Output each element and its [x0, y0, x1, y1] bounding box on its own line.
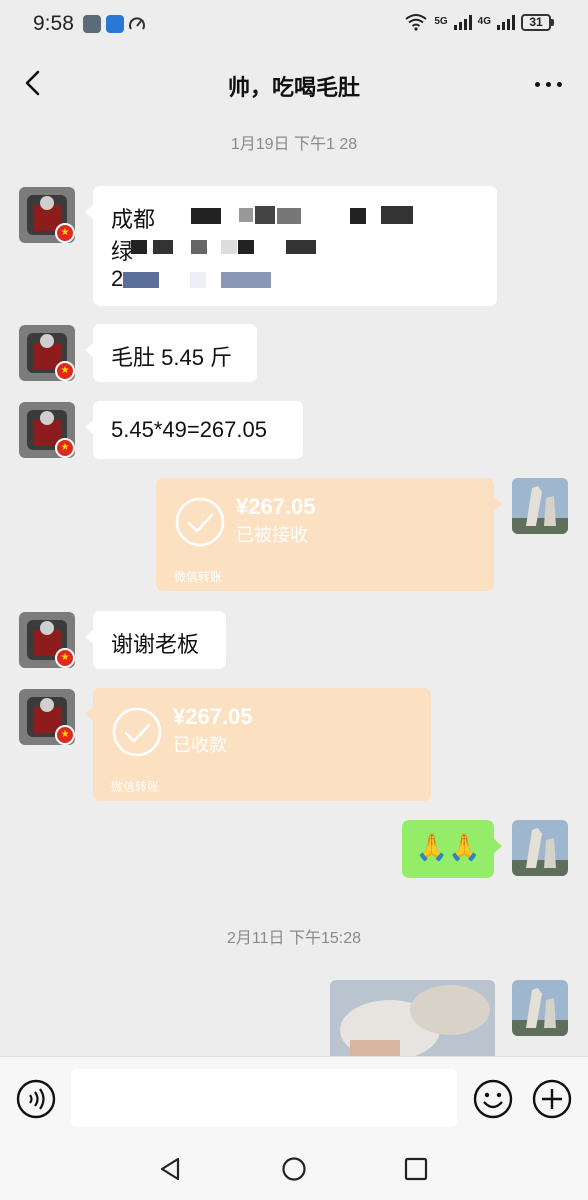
message-bubble[interactable]: 5.45*49=267.05 — [85, 401, 303, 459]
app-notification-icon — [83, 15, 101, 33]
emoji-icon[interactable] — [473, 1079, 513, 1119]
check-circle-icon — [175, 497, 225, 547]
plus-icon[interactable] — [532, 1079, 572, 1119]
my-avatar[interactable] — [512, 980, 568, 1036]
address-line-3: 2 — [111, 266, 124, 291]
message-bubble[interactable]: 谢谢老板 — [85, 611, 226, 669]
my-avatar[interactable] — [512, 820, 568, 876]
input-bar — [0, 1056, 588, 1143]
avatar[interactable]: ★ — [19, 402, 75, 458]
transfer-card-received[interactable]: ¥267.05 已收款 微信转账 — [85, 688, 431, 801]
address-line-1: 成都 — [111, 207, 156, 232]
redaction-block — [191, 240, 207, 254]
transfer-amount: ¥267.05 — [236, 494, 316, 519]
redaction-block — [255, 206, 275, 224]
more-icon[interactable] — [535, 82, 562, 87]
avatar[interactable]: ★ — [19, 325, 75, 381]
status-time: 9:58 — [33, 12, 74, 35]
timestamp: 1月19日 下午1 28 — [230, 136, 358, 153]
redaction-block — [286, 240, 316, 254]
emoji-message-bubble[interactable]: 🙏🙏 — [402, 820, 502, 878]
transfer-status: 已收款 — [173, 735, 227, 755]
signal-bars-icon — [497, 14, 515, 30]
system-navigation-bar — [0, 1142, 588, 1200]
system-recent-apps-icon[interactable] — [404, 1157, 428, 1181]
network-4g-label: 4G — [477, 16, 491, 27]
redaction-block — [190, 272, 206, 288]
address-message-bubble[interactable]: 成都 绿 2 — [85, 186, 497, 306]
my-avatar[interactable] — [512, 478, 568, 534]
address-line-2: 绿 — [111, 239, 134, 264]
message-text: 5.45*49=267.05 — [111, 417, 267, 442]
voice-icon[interactable] — [16, 1079, 56, 1119]
system-back-icon[interactable] — [158, 1156, 184, 1182]
redaction-block — [191, 208, 221, 224]
transfer-amount: ¥267.05 — [173, 704, 253, 729]
timestamp: 2月11日 下午15:28 — [227, 930, 361, 947]
avatar[interactable]: ★ — [19, 689, 75, 745]
battery-icon: 31 — [521, 13, 554, 31]
check-circle-icon — [112, 707, 162, 757]
signal-bars-icon — [453, 14, 472, 30]
transfer-footer: 微信转账 — [174, 570, 223, 584]
transfer-card-sent[interactable]: ¥267.05 已被接收 微信转账 — [156, 478, 502, 591]
transfer-status: 已被接收 — [236, 525, 308, 545]
redaction-block — [123, 272, 159, 288]
redaction-block — [153, 240, 173, 254]
message-text: 毛肚 5.45 斤 — [111, 345, 233, 370]
redaction-block — [381, 206, 413, 224]
network-5g-label: 5G — [434, 16, 448, 27]
chat-title: 帅，吃喝毛肚 — [227, 75, 360, 100]
emoji-text: 🙏🙏 — [415, 832, 481, 862]
redaction-block — [238, 240, 254, 254]
status-bar: 9:58 5G 4G 31 — [0, 0, 588, 50]
redaction-block — [131, 240, 147, 254]
transfer-footer: 微信转账 — [111, 780, 160, 794]
chat-header: 帅，吃喝毛肚 — [0, 50, 588, 118]
store-notification-icon — [106, 15, 124, 33]
redaction-block — [221, 240, 237, 254]
system-home-icon[interactable] — [281, 1156, 307, 1182]
redaction-block — [277, 208, 301, 224]
battery-level: 31 — [521, 13, 551, 31]
image-message[interactable] — [330, 980, 495, 1056]
speed-icon — [129, 17, 145, 30]
message-text: 谢谢老板 — [111, 632, 200, 657]
redaction-block — [221, 272, 271, 288]
avatar[interactable]: ★ — [19, 612, 75, 668]
message-bubble[interactable]: 毛肚 5.45 斤 — [85, 324, 257, 382]
wifi-icon — [405, 14, 427, 31]
redaction-block — [239, 208, 253, 222]
redaction-block — [350, 208, 366, 224]
avatar[interactable]: ★ — [19, 187, 75, 243]
message-input[interactable] — [71, 1069, 457, 1127]
